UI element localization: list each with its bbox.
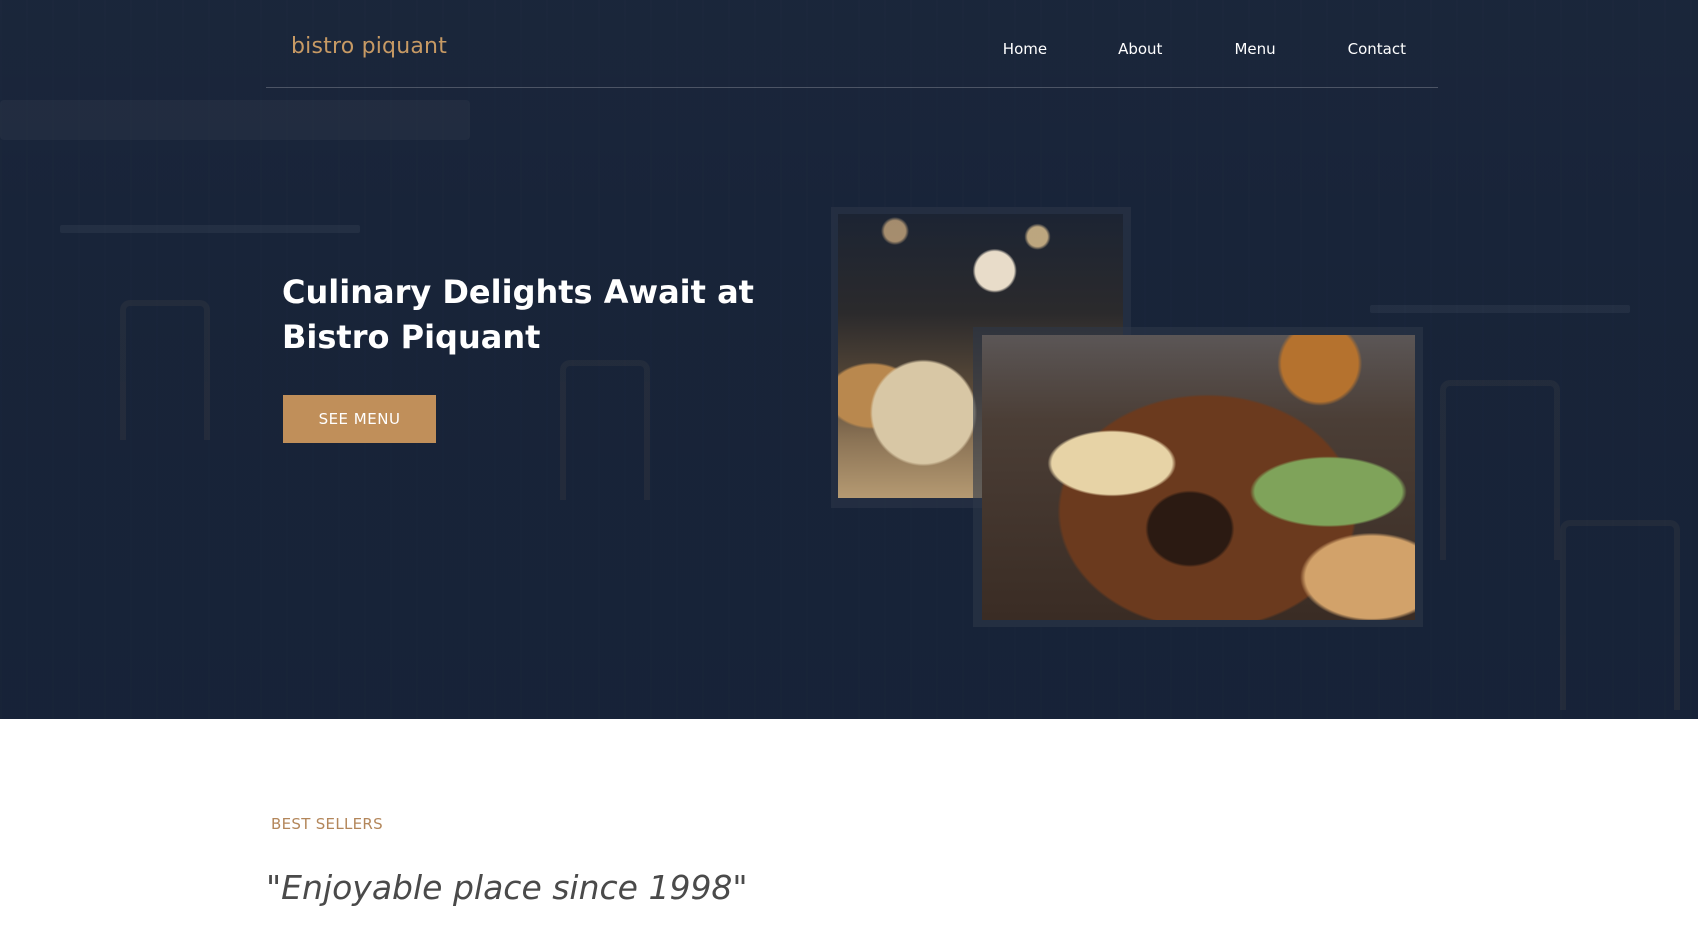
bg-chair — [1560, 520, 1680, 710]
nav-link-home[interactable]: Home — [1003, 40, 1047, 58]
bg-shelf — [0, 100, 470, 140]
hero-section: bistro piquant Home About Menu Contact C… — [0, 0, 1698, 719]
best-sellers-quote: "Enjoyable place since 1998" — [266, 868, 748, 907]
bg-chair — [1440, 380, 1560, 560]
main-nav: Home About Menu Contact — [1003, 40, 1406, 58]
brand-logo[interactable]: bistro piquant — [291, 34, 447, 59]
grilled-platter-photo-frame — [973, 327, 1423, 627]
navbar: bistro piquant Home About Menu Contact — [266, 0, 1438, 88]
best-sellers-eyebrow: BEST SELLERS — [271, 815, 383, 833]
nav-link-menu[interactable]: Menu — [1234, 40, 1275, 58]
hero-title: Culinary Delights Await at Bistro Piquan… — [282, 273, 754, 356]
nav-link-contact[interactable]: Contact — [1348, 40, 1406, 58]
bg-chair — [560, 360, 650, 500]
bg-table — [60, 225, 360, 233]
bg-table — [1370, 305, 1630, 313]
bg-chair — [120, 300, 210, 440]
nav-link-about[interactable]: About — [1118, 40, 1162, 58]
see-menu-button[interactable]: SEE MENU — [283, 395, 436, 443]
grilled-platter-photo — [982, 335, 1415, 620]
